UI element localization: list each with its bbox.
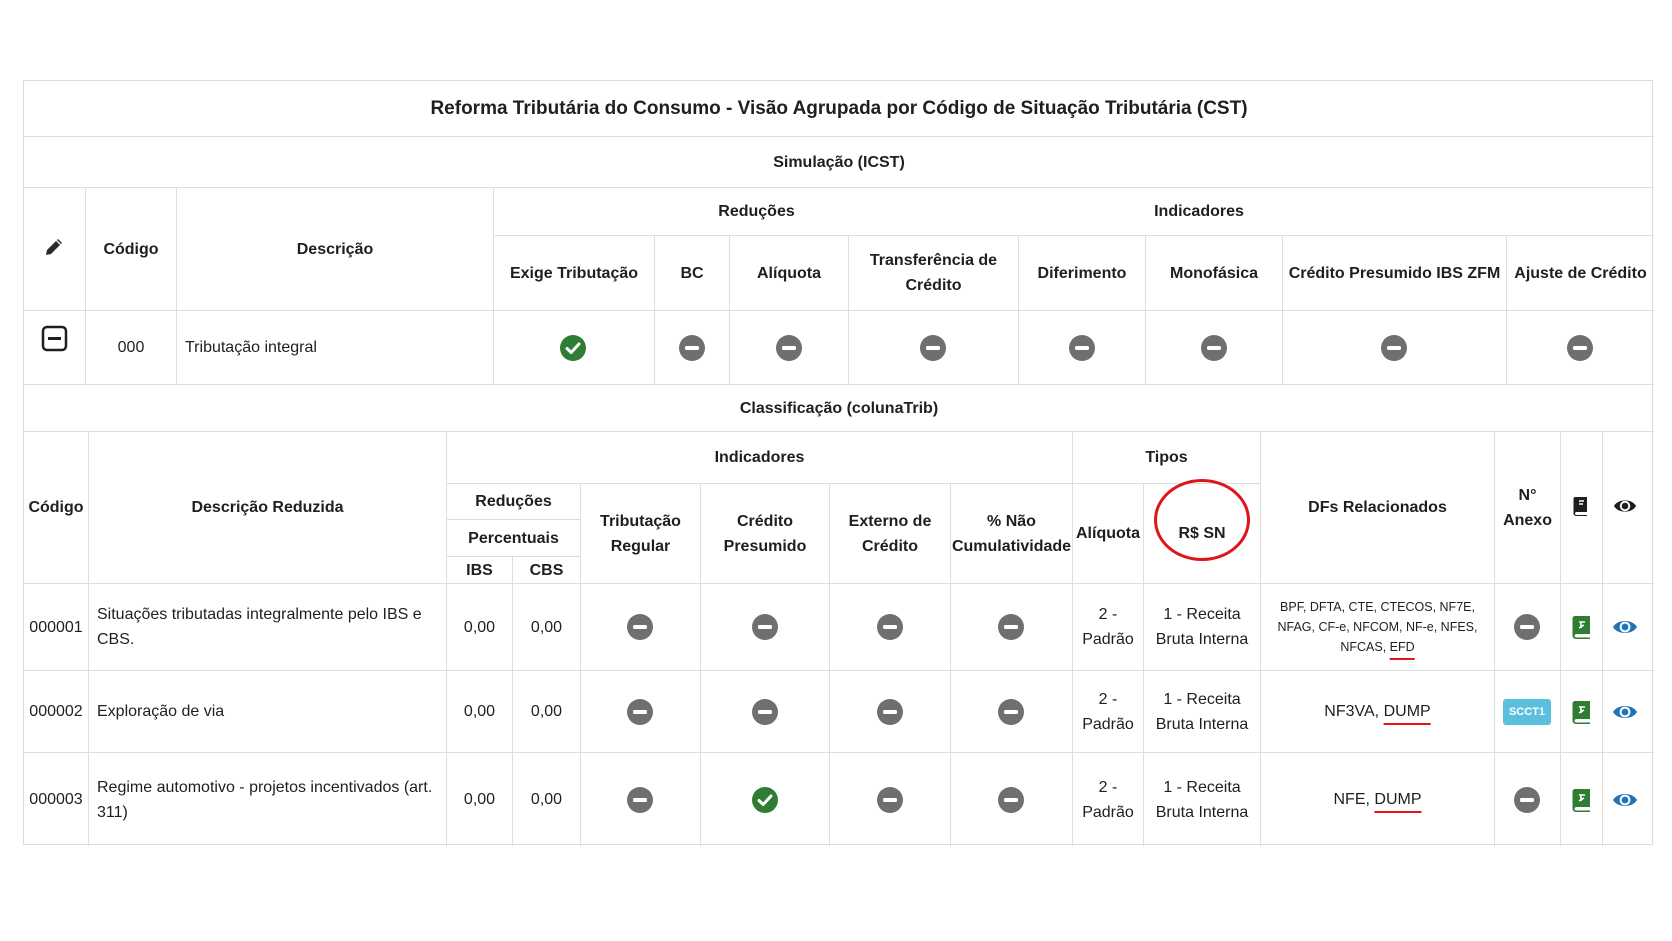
minus-icon (679, 335, 705, 361)
header-monofasica: Monofásica (1169, 264, 1258, 282)
pencil-icon[interactable] (42, 235, 66, 259)
row-aliquota: 2 - Padrão (1082, 690, 1134, 733)
simulacao-header-descricao: Descrição (296, 240, 374, 258)
header-bc: BC (680, 264, 704, 282)
classificacao-header-indicadores: Indicadores (714, 449, 805, 466)
red-circle-annotation (1154, 479, 1250, 561)
row-dfs-relacionados: NF3VA, DUMP (1261, 671, 1494, 752)
minus-icon (1567, 335, 1593, 361)
header-tributacao-regular: Tributação Regular (600, 512, 681, 555)
minus-icon (877, 614, 903, 640)
row-rs-sn: 1 - Receita Bruta Interna (1155, 606, 1249, 648)
row-codigo: 000002 (29, 703, 83, 720)
minus-icon (998, 614, 1024, 640)
header-externo-credito: Externo de Crédito (848, 512, 932, 555)
minus-icon (776, 335, 802, 361)
minus-icon (627, 786, 653, 813)
minus-icon (877, 786, 903, 813)
header-credito-presumido: Crédito Presumido (723, 512, 807, 555)
minus-icon (920, 335, 946, 361)
minus-icon (1069, 335, 1095, 361)
header-n-anexo: N° Anexo (1503, 486, 1552, 529)
header-diferimento: Diferimento (1037, 264, 1127, 282)
row-codigo: 000003 (29, 791, 83, 808)
anexo-badge[interactable]: SCCT1 (1503, 698, 1551, 725)
header-ajuste-credito: Ajuste de Crédito (1514, 264, 1647, 282)
header-reducoes: Reduções (475, 493, 552, 510)
minus-icon (752, 614, 778, 640)
simulacao-title: Simulação (ICST) (773, 153, 905, 171)
eye-icon[interactable] (1612, 702, 1638, 722)
classificacao-header-tipos: Tipos (1145, 449, 1188, 466)
row-cbs: 0,00 (530, 791, 563, 808)
collapse-icon[interactable] (41, 325, 68, 352)
classificacao-header-descricao: Descrição Reduzida (191, 499, 344, 516)
minus-icon (1514, 614, 1540, 640)
dfs-highlight: DUMP (1374, 791, 1422, 808)
row-ibs: 0,00 (463, 791, 496, 808)
header-percentuais: Percentuais (468, 529, 559, 547)
simulacao-header-codigo: Código (103, 240, 159, 258)
header-cbs: CBS (529, 561, 564, 579)
row-descricao: Situações tributadas integralmente pelo … (97, 606, 422, 648)
header-nao-cumulatividade: % Não Cumulatividade (951, 512, 1072, 555)
row-aliquota: 2 - Padrão (1082, 606, 1134, 648)
minus-icon (752, 698, 778, 725)
eye-icon[interactable] (1613, 495, 1637, 517)
dfs-highlight: EFD (1389, 640, 1415, 654)
minus-icon (998, 698, 1024, 725)
row-descricao: Exploração de via (97, 703, 225, 720)
dfs-list: NFE, (1333, 791, 1375, 808)
minus-icon (1381, 335, 1407, 361)
book-green-icon[interactable] (1569, 787, 1593, 813)
row-ibs: 0,00 (463, 703, 496, 720)
header-aliquota: Alíquota (757, 264, 821, 282)
header-dfs-relacionados: DFs Relacionados (1308, 499, 1447, 516)
minus-icon (627, 614, 653, 640)
row-dfs-relacionados: BPF, DFTA, CTE, CTECOS, NF7E, NFAG, CF-e… (1261, 584, 1494, 670)
simulacao-descricao: Tributação integral (185, 339, 317, 356)
dfs-highlight: DUMP (1383, 703, 1431, 720)
simulacao-header-indicadores: Indicadores (1154, 203, 1244, 220)
simulacao-codigo: 000 (117, 339, 145, 356)
header-ibs: IBS (466, 561, 493, 579)
minus-icon (1514, 786, 1540, 813)
eye-icon[interactable] (1612, 617, 1638, 637)
row-cbs: 0,00 (530, 618, 563, 636)
check-icon (560, 335, 586, 361)
header-aliquota-tipo: Alíquota (1076, 525, 1140, 542)
check-icon (752, 786, 778, 813)
classificacao-header-codigo: Código (28, 499, 84, 516)
book-icon (1573, 497, 1587, 516)
dfs-list: BPF, DFTA, CTE, CTECOS, NF7E, NFAG, CF-e… (1277, 600, 1478, 654)
book-green-icon[interactable] (1569, 699, 1593, 725)
row-ibs: 0,00 (463, 618, 496, 636)
main-panel: Reforma Tributária do Consumo - Visão Ag… (23, 80, 1654, 846)
row-aliquota: 2 - Padrão (1082, 778, 1134, 821)
dfs-list: NF3VA, (1324, 703, 1384, 720)
minus-icon (998, 786, 1024, 813)
row-rs-sn: 1 - Receita Bruta Interna (1155, 690, 1249, 733)
row-codigo: 000001 (29, 618, 83, 636)
row-dfs-relacionados: NFE, DUMP (1261, 753, 1494, 846)
row-rs-sn: 1 - Receita Bruta Interna (1155, 778, 1249, 821)
row-cbs: 0,00 (530, 703, 563, 720)
header-exige-tributacao: Exige Tributação (509, 264, 639, 282)
header-credito-presumido-zfm: Crédito Presumido IBS ZFM (1288, 264, 1501, 282)
row-descricao: Regime automotivo - projetos incentivado… (97, 778, 433, 821)
minus-icon (877, 698, 903, 725)
minus-icon (1201, 335, 1227, 361)
header-transferencia-credito: Transferência de Crédito (869, 252, 998, 294)
book-green-icon[interactable] (1569, 614, 1593, 640)
page-title: Reforma Tributária do Consumo - Visão Ag… (430, 98, 1248, 119)
eye-icon[interactable] (1612, 790, 1638, 810)
simulacao-header-reducoes: Reduções (718, 203, 795, 220)
minus-icon (627, 698, 653, 725)
classificacao-title: Classificação (colunaTrib) (739, 399, 939, 417)
